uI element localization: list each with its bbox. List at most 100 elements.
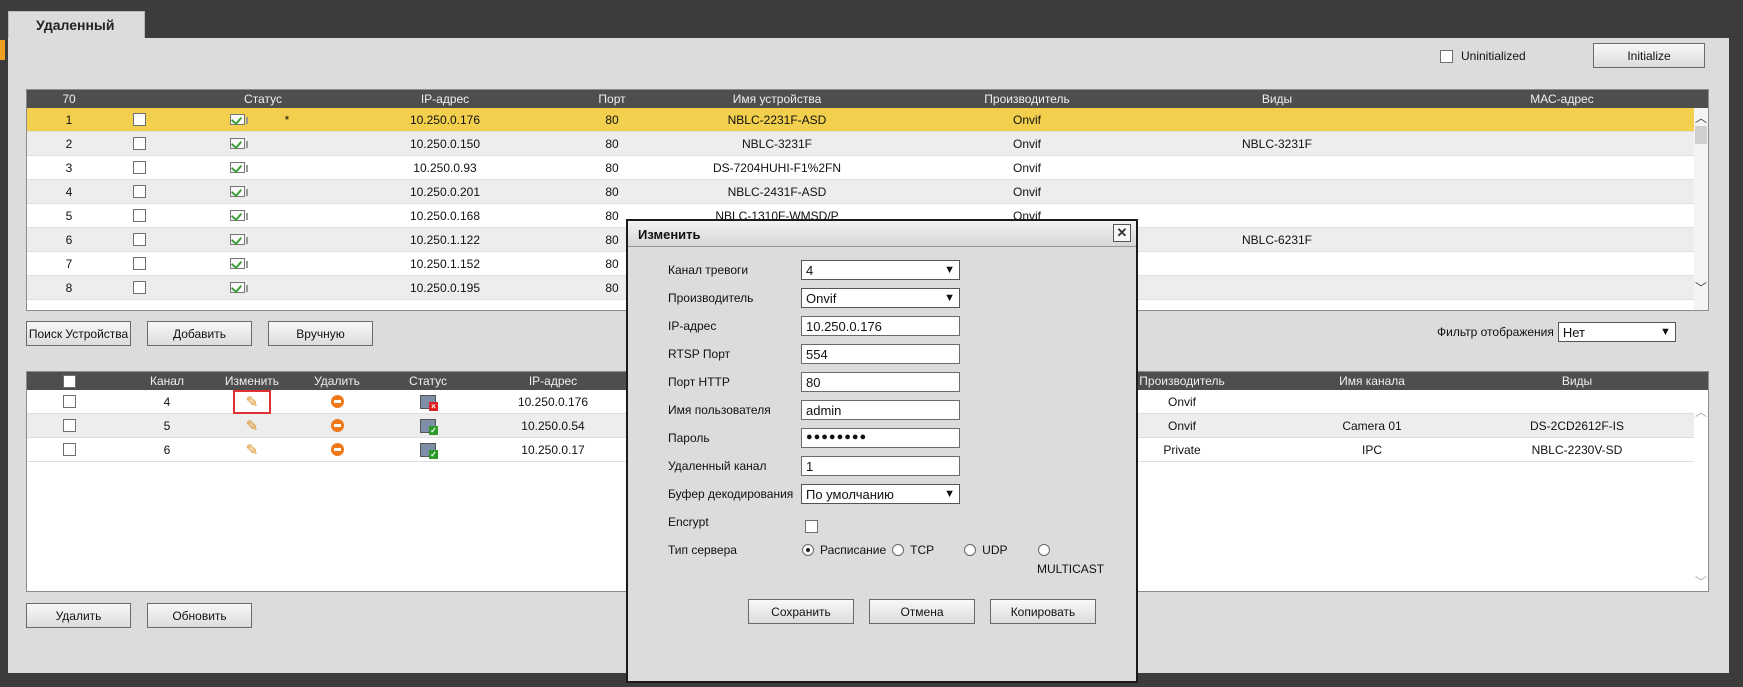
row-checkbox[interactable]	[57, 438, 81, 461]
row-ip: 10.250.1.122	[409, 232, 481, 247]
decode-buffer-select[interactable]: По умолчанию ▼	[801, 484, 960, 504]
table-row[interactable]: 1 * 10.250.0.176 80 NBLC-2231F-ASD Onvif	[27, 108, 1696, 132]
row-checkbox[interactable]	[127, 180, 151, 203]
encrypt-checkbox[interactable]	[805, 520, 818, 533]
save-button[interactable]: Сохранить	[748, 599, 854, 624]
radio-multicast[interactable]	[1037, 544, 1050, 556]
radio-tcp[interactable]	[892, 544, 905, 556]
row-checkbox[interactable]	[127, 108, 151, 131]
edit-cell[interactable]: ✎	[207, 414, 297, 437]
header-ip: IP-адрес	[528, 374, 578, 388]
row-checkbox[interactable]	[127, 276, 151, 299]
pencil-icon[interactable]: ✎	[243, 441, 261, 459]
alarm-channel-select[interactable]: 4 ▼	[801, 260, 960, 280]
ip-input[interactable]: 10.250.0.176	[801, 316, 960, 336]
delete-cell[interactable]	[297, 414, 377, 437]
remote-channel-label: Удаленный канал	[668, 459, 767, 473]
pencil-icon[interactable]: ✎	[233, 389, 271, 414]
checkbox-box[interactable]	[132, 281, 146, 294]
tab-title: Удаленный	[36, 17, 115, 33]
row-vendor: Onvif	[1012, 160, 1041, 175]
row-checkbox[interactable]	[127, 204, 151, 227]
pencil-icon[interactable]: ✎	[243, 417, 261, 435]
filter-select[interactable]: Нет ▼	[1557, 322, 1676, 342]
checkbox-box[interactable]	[132, 209, 146, 222]
remote-channel-input[interactable]: 1	[801, 456, 960, 476]
header-count: 70	[62, 92, 76, 106]
select-all-checkbox[interactable]	[57, 372, 81, 390]
encrypt-label: Encrypt	[668, 515, 709, 529]
password-input[interactable]: ●●●●●●●●	[801, 428, 960, 448]
scroll-up-icon[interactable]: ︿	[1694, 110, 1708, 125]
username-input[interactable]: admin	[801, 400, 960, 420]
header-port: Порт	[598, 92, 626, 106]
header-vendor: Производитель	[984, 92, 1070, 106]
delete-cell[interactable]	[297, 438, 377, 461]
status-check-icon	[229, 258, 248, 269]
table-row[interactable]: 3 10.250.0.93 80 DS-7204HUHI-F1%2FN Onvi…	[27, 156, 1696, 180]
manual-add-button[interactable]: Вручную	[268, 321, 373, 346]
copy-button[interactable]: Копировать	[990, 599, 1096, 624]
tab-remote[interactable]: Удаленный	[8, 11, 145, 39]
edit-cell[interactable]: ✎	[207, 438, 297, 461]
row-number: 7	[65, 256, 73, 271]
row-checkbox[interactable]	[127, 132, 151, 155]
scroll-down-icon[interactable]: ﹀	[1694, 280, 1708, 295]
row-checkbox[interactable]	[127, 252, 151, 275]
row-device-name: DS-7204HUHI-F1%2FN	[712, 160, 842, 175]
device-table-scrollbar[interactable]: ︿ ﹀	[1694, 108, 1708, 310]
checkbox-box[interactable]	[132, 113, 146, 126]
search-devices-button[interactable]: Поиск Устройства	[26, 321, 131, 346]
vendor-select[interactable]: Onvif ▼	[801, 288, 960, 308]
row-checkbox[interactable]	[57, 390, 81, 413]
uninitialized-filter[interactable]: Uninitialized	[1440, 49, 1526, 63]
added-table-scrollbar[interactable]: ︿ ﹀	[1694, 390, 1708, 591]
uninitialized-checkbox[interactable]	[1440, 49, 1453, 63]
remove-icon[interactable]	[330, 419, 344, 432]
decode-buffer-label: Буфер декодирования	[668, 487, 794, 501]
radio-udp[interactable]	[964, 544, 977, 556]
checkbox-box[interactable]	[132, 137, 146, 150]
checkbox-box[interactable]	[132, 161, 146, 174]
delete-button[interactable]: Удалить	[26, 603, 131, 628]
checkbox-box[interactable]	[62, 419, 76, 432]
remove-icon[interactable]	[330, 395, 344, 408]
row-checkbox[interactable]	[127, 156, 151, 179]
add-button[interactable]: Добавить	[147, 321, 252, 346]
edit-cell[interactable]: ✎	[207, 389, 297, 414]
remove-icon[interactable]	[330, 443, 344, 456]
checkbox-box[interactable]	[62, 374, 76, 388]
chevron-down-icon: ▼	[944, 264, 955, 276]
row-channel-name: IPC	[1361, 442, 1382, 457]
rtsp-port-input[interactable]: 554	[801, 344, 960, 364]
delete-cell[interactable]	[297, 390, 377, 413]
cancel-button[interactable]: Отмена	[869, 599, 975, 624]
initialize-button[interactable]: Initialize	[1593, 43, 1705, 68]
scroll-thumb[interactable]	[1695, 126, 1707, 144]
checkbox-box[interactable]	[132, 257, 146, 270]
table-row[interactable]: 2 10.250.0.150 80 NBLC-3231F Onvif NBLC-…	[27, 132, 1696, 156]
status-online-icon	[225, 180, 249, 203]
table-row[interactable]: 4 10.250.0.201 80 NBLC-2431F-ASD Onvif	[27, 180, 1696, 204]
checkbox-box[interactable]	[62, 395, 76, 408]
status-check-icon	[229, 282, 248, 293]
server-type-label: Тип сервера	[668, 543, 737, 557]
header-type: Виды	[1261, 92, 1293, 106]
status-online-icon	[225, 156, 249, 179]
refresh-button[interactable]: Обновить	[147, 603, 252, 628]
checkbox-box[interactable]	[132, 233, 146, 246]
http-port-input[interactable]: 80	[801, 372, 960, 392]
row-device-name: NBLC-2231F-ASD	[727, 112, 827, 127]
row-ip: 10.250.0.176	[409, 112, 481, 127]
alarm-channel-label: Канал тревоги	[668, 263, 749, 277]
row-ip: 10.250.0.17	[521, 442, 585, 457]
radio-multicast-label: MULTICAST	[1037, 562, 1105, 576]
scroll-up-icon[interactable]: ︿	[1694, 404, 1708, 419]
row-checkbox[interactable]	[127, 228, 151, 251]
row-checkbox[interactable]	[57, 414, 81, 437]
radio-schedule[interactable]	[802, 544, 814, 556]
close-icon[interactable]: ✕	[1113, 224, 1131, 242]
scroll-down-icon[interactable]: ﹀	[1694, 574, 1708, 589]
checkbox-box[interactable]	[62, 443, 76, 456]
checkbox-box[interactable]	[132, 185, 146, 198]
